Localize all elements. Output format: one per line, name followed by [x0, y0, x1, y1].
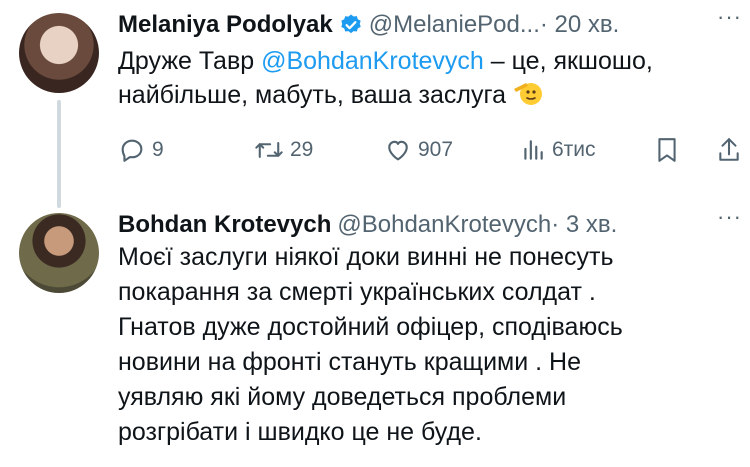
tweet-text: Моєї заслуги ніякої доки винні не понесу…	[118, 240, 730, 450]
tweet-melaniya[interactable]: Melaniya Podolyak @MelaniePod... · 20 хв…	[0, 0, 750, 208]
retweet-count: 29	[290, 138, 314, 161]
like-count: 907	[418, 138, 454, 161]
share-icon	[716, 135, 742, 165]
avatar-melaniya[interactable]	[19, 13, 99, 93]
thread-connector-line	[57, 100, 61, 208]
bookmark-icon	[654, 135, 680, 165]
tweet-actions: 9 29 907 6тис	[118, 133, 750, 167]
tweet-timestamp[interactable]: · 20 хв.	[540, 11, 619, 39]
reply-button[interactable]: 9	[118, 133, 164, 167]
like-button[interactable]: 907	[384, 133, 453, 167]
heart-icon	[384, 136, 412, 164]
tweet-text-line: розгрібати і швидко це не буде.	[118, 418, 482, 446]
retweet-icon	[254, 136, 284, 164]
author-handle[interactable]: @BohdanKrotevych	[337, 211, 551, 239]
more-options-icon[interactable]: ···	[717, 4, 742, 30]
views-bar-chart-icon	[520, 136, 546, 164]
tweet-header: Melaniya Podolyak @MelaniePod... · 20 хв…	[118, 8, 750, 42]
avatar-bohdan[interactable]	[19, 213, 99, 293]
bookmark-button[interactable]	[654, 133, 680, 167]
views-button[interactable]: 6тис	[520, 133, 596, 167]
mention-link[interactable]: @BohdanKrotevych	[261, 47, 484, 75]
saluting-face-emoji	[513, 79, 543, 116]
more-options-icon[interactable]: ···	[717, 204, 742, 230]
tweet-bohdan[interactable]: Bohdan Krotevych @BohdanKrotevych · 3 хв…	[0, 200, 750, 467]
retweet-button[interactable]: 29	[254, 133, 313, 167]
tweet-timestamp[interactable]: · 3 хв.	[551, 211, 617, 239]
author-name[interactable]: Bohdan Krotevych	[118, 211, 331, 239]
tweet-text-line: уявляю які йому доведеться проблеми	[118, 383, 567, 411]
author-name[interactable]: Melaniya Podolyak	[118, 11, 333, 39]
tweet-text-part: Друже Тавр	[118, 47, 262, 75]
tweet-header: Bohdan Krotevych @BohdanKrotevych · 3 хв…	[118, 208, 750, 242]
tweet-text-line: Моєї заслуги ніякої доки винні не понесу…	[118, 243, 614, 271]
verified-badge-icon	[339, 13, 363, 37]
tweet-text: Друже Тавр @BohdanKrotevych – це, якшошо…	[118, 44, 730, 116]
views-count: 6тис	[552, 138, 596, 161]
tweet-text-line: Гнатов дуже достойний офіцер, сподіваюсь	[118, 313, 623, 341]
reply-icon	[118, 136, 146, 164]
tweet-text-line: покарання за смерті українських солдат .	[118, 278, 596, 306]
author-handle[interactable]: @MelaniePod...	[369, 11, 540, 39]
share-button[interactable]	[716, 133, 742, 167]
reply-count: 9	[152, 138, 164, 161]
tweet-text-line: новини на фронті стануть кращими . Не	[118, 348, 581, 376]
